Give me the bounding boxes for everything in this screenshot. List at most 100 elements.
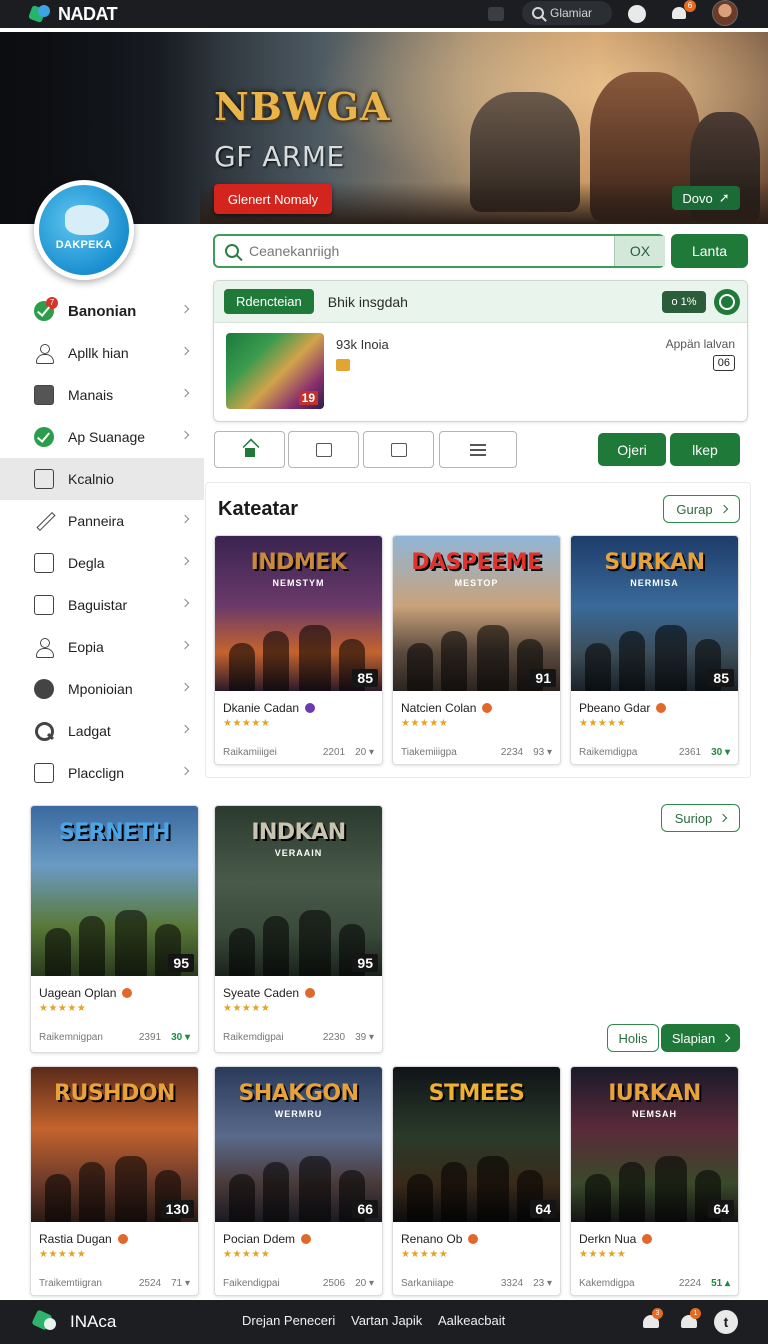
- game-card-title-row[interactable]: Syeate Caden: [223, 986, 316, 1000]
- game-card-image[interactable]: INDKAN VERAAIN 95: [215, 806, 382, 976]
- game-card-trend: 30 ▾: [711, 747, 730, 758]
- action-button-b[interactable]: lkep: [670, 433, 740, 466]
- game-card-image[interactable]: SURKAN NERMISA 85: [571, 536, 738, 691]
- sidebar-item-baguistar[interactable]: Baguistar: [0, 584, 204, 626]
- sidebar-item-kcalnio[interactable]: Kcalnio: [0, 458, 204, 500]
- sidebar-item-ladgat[interactable]: Ladgat: [0, 710, 204, 752]
- section-button-suriop[interactable]: Suriop: [661, 804, 740, 832]
- app-logo[interactable]: NADAT: [28, 3, 118, 25]
- game-card-image[interactable]: STMEES 64: [393, 1067, 560, 1222]
- section-button-gurap[interactable]: Gurap: [663, 495, 740, 523]
- game-card[interactable]: INDKAN VERAAIN 95 Syeate Caden ★★★★★ Rai…: [214, 805, 383, 1053]
- game-card-title-row[interactable]: Uagean Oplan: [39, 986, 133, 1000]
- sidebar-item-banonian[interactable]: 7 Banonian: [0, 290, 204, 332]
- recommendation-tag[interactable]: Rdencteian: [224, 289, 314, 314]
- user-avatar[interactable]: [712, 0, 738, 26]
- game-card[interactable]: STMEES 64 Renano Ob ★★★★★ Sarkaniiape 33…: [392, 1066, 561, 1296]
- game-card-title: Rastia Dugan: [39, 1232, 112, 1246]
- game-card-image[interactable]: RUSHDON 130: [31, 1067, 198, 1222]
- game-card-publisher: Raikemdigpai: [223, 1032, 284, 1043]
- globe-icon: [34, 679, 54, 699]
- sidebar-item-mponioian[interactable]: Mponioian: [0, 668, 204, 710]
- check-circle-icon: [34, 427, 54, 447]
- game-card-title-row[interactable]: Dkanie Cadan: [223, 701, 316, 715]
- flame-icon: [117, 1234, 128, 1244]
- chevron-right-icon: [180, 724, 190, 734]
- tab-board[interactable]: [288, 431, 359, 468]
- chevron-right-icon: [180, 430, 190, 440]
- game-card[interactable]: IURKAN NEMSAH 64 Derkn Nua ★★★★★ Kakemdi…: [570, 1066, 739, 1296]
- sidebar-item-degla[interactable]: Degla: [0, 542, 204, 584]
- recommendation-thumbnail[interactable]: 19: [226, 333, 324, 409]
- section-button-holis[interactable]: Holis: [607, 1024, 659, 1052]
- rating-stars: ★★★★★: [39, 1003, 87, 1014]
- building-icon: [34, 469, 54, 489]
- game-card-image[interactable]: SHAKGON WERMRU 66: [215, 1067, 382, 1222]
- top-search-button[interactable]: Glamiar: [522, 1, 612, 25]
- game-card-title-row[interactable]: Rastia Dugan: [39, 1232, 128, 1246]
- game-card-count: 2230: [322, 1032, 346, 1043]
- sidebar-item-placclign[interactable]: Placclign: [0, 752, 204, 794]
- flame-icon: [642, 1234, 653, 1244]
- game-cover-subtitle: NERMISA: [630, 578, 679, 588]
- game-card-count: 2234: [500, 747, 524, 758]
- game-card-footer: Tiakemiiigpa 2234 93 ▾: [401, 747, 552, 758]
- main-search-input[interactable]: Ceanekanriigh: [213, 234, 665, 268]
- hero-secondary-button[interactable]: Dovo ➚: [672, 186, 740, 210]
- game-card[interactable]: INDMEK NEMSTYM 85 Dkanie Cadan ★★★★★ Rai…: [214, 535, 383, 765]
- hero-cta-button[interactable]: Glenert Nomaly: [214, 184, 332, 214]
- user-icon: [34, 637, 54, 658]
- search-ok-button[interactable]: OX: [614, 236, 665, 266]
- chevron-right-icon: [180, 598, 190, 608]
- game-card-image[interactable]: IURKAN NEMSAH 64: [571, 1067, 738, 1222]
- chevron-right-icon: [180, 766, 190, 776]
- recommendation-item-name[interactable]: 93k Inoia: [336, 337, 389, 352]
- sidebar-item-ap-suanage[interactable]: Ap Suanage: [0, 416, 204, 458]
- game-card[interactable]: RUSHDON 130 Rastia Dugan ★★★★★ Traikemti…: [30, 1066, 199, 1296]
- sidebar-item-apllk-hian[interactable]: Apllk hian: [0, 332, 204, 374]
- game-card-image[interactable]: INDMEK NEMSTYM 85: [215, 536, 382, 691]
- tab-home[interactable]: [214, 431, 285, 468]
- footer-link[interactable]: Vartan Japik: [351, 1313, 422, 1328]
- profile-badge[interactable]: DAKPEKA: [34, 180, 134, 280]
- sidebar-item-manais[interactable]: Manais: [0, 374, 204, 416]
- game-cover-subtitle: VERAAIN: [274, 848, 323, 858]
- game-cover-title: STMEES: [428, 1081, 525, 1106]
- game-cover-title: DASPEEME: [411, 550, 542, 575]
- recommendation-pill[interactable]: o 1%: [662, 291, 706, 313]
- board-icon: [315, 442, 332, 457]
- section-button-slapian[interactable]: Slapian: [661, 1024, 740, 1052]
- footer-profile-button[interactable]: t: [714, 1310, 738, 1334]
- sidebar-item-panneira[interactable]: Panneira: [0, 500, 204, 542]
- game-cover-title: RUSHDON: [54, 1081, 175, 1106]
- game-card[interactable]: DASPEEME MESTOP 91 Natcien Colan ★★★★★ T…: [392, 535, 561, 765]
- notification-badge: 6: [684, 0, 696, 12]
- sidebar-item-eopia[interactable]: Eopia: [0, 626, 204, 668]
- button-label: Gurap: [676, 501, 713, 517]
- game-card-title-row[interactable]: Natcien Colan: [401, 701, 493, 715]
- clock-icon[interactable]: [714, 289, 740, 315]
- tab-list[interactable]: [439, 431, 517, 468]
- tab-calendar[interactable]: [363, 431, 434, 468]
- game-card-image[interactable]: DASPEEME MESTOP 91: [393, 536, 560, 691]
- game-card-title-row[interactable]: Renano Ob: [401, 1232, 479, 1246]
- game-card-image[interactable]: SERNETH 95: [31, 806, 198, 976]
- game-card[interactable]: SERNETH 95 Uagean Oplan ★★★★★ Raikemnigp…: [30, 805, 199, 1053]
- action-button-a[interactable]: Ojeri: [598, 433, 666, 466]
- game-card-title-row[interactable]: Pocian Ddem: [223, 1232, 312, 1246]
- chevron-right-icon: [719, 813, 728, 823]
- game-card-title: Renano Ob: [401, 1232, 463, 1246]
- footer-logo-icon[interactable]: [31, 1309, 58, 1334]
- compass-icon[interactable]: [628, 5, 646, 23]
- chat-icon[interactable]: [488, 7, 504, 21]
- game-card[interactable]: SURKAN NERMISA 85 Pbeano Gdar ★★★★★ Raik…: [570, 535, 739, 765]
- game-card-title-row[interactable]: Derkn Nua: [579, 1232, 653, 1246]
- game-card-title-row[interactable]: Pbeano Gdar: [579, 701, 667, 715]
- chevron-right-icon: [180, 514, 190, 524]
- footer-link[interactable]: Drejan Peneceri: [242, 1313, 335, 1328]
- sidebar-item-label: Ladgat: [68, 723, 111, 739]
- game-score-badge: 130: [160, 1200, 194, 1218]
- game-card[interactable]: SHAKGON WERMRU 66 Pocian Ddem ★★★★★ Faik…: [214, 1066, 383, 1296]
- footer-link[interactable]: Aalkeacbait: [438, 1313, 505, 1328]
- search-submit-button[interactable]: Lanta: [671, 234, 748, 268]
